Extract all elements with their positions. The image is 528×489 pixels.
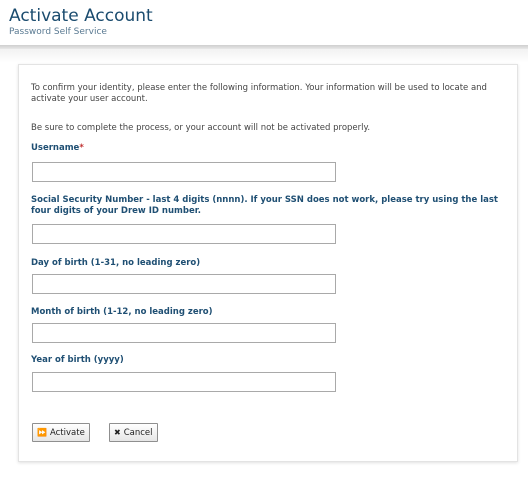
page-title: Activate Account xyxy=(9,6,153,26)
year-of-birth-input[interactable] xyxy=(32,372,336,392)
header-shadow xyxy=(0,49,528,63)
intro-text: To confirm your identity, please enter t… xyxy=(31,83,487,104)
fast-forward-icon: ⏩ xyxy=(37,428,47,437)
activate-button-label: Activate xyxy=(49,427,85,438)
ssn-label: Social Security Number - last 4 digits (… xyxy=(31,195,498,216)
ssn-input[interactable] xyxy=(32,224,336,244)
year-of-birth-label: Year of birth (yyyy) xyxy=(31,355,124,365)
activate-button[interactable]: ⏩ Activate xyxy=(32,423,90,442)
page-subtitle: Password Self Service xyxy=(9,27,107,37)
username-label: Username* xyxy=(31,143,509,154)
month-of-birth-input[interactable] xyxy=(32,323,336,343)
required-mark: * xyxy=(79,143,84,153)
day-of-birth-label: Day of birth (1-31, no leading zero) xyxy=(31,258,201,268)
x-icon: ✖ xyxy=(114,428,121,437)
page-header: Activate Account Password Self Service xyxy=(0,0,528,50)
month-of-birth-label: Month of birth (1-12, no leading zero) xyxy=(31,307,213,317)
username-label-text: Username xyxy=(31,143,80,153)
cancel-button[interactable]: ✖ Cancel xyxy=(109,423,158,442)
activation-form-panel: To confirm your identity, please enter t… xyxy=(18,64,518,462)
cancel-button-label: Cancel xyxy=(123,427,153,438)
note-text: Be sure to complete the process, or your… xyxy=(31,123,371,133)
username-input[interactable] xyxy=(32,162,336,182)
day-of-birth-input[interactable] xyxy=(32,274,336,294)
